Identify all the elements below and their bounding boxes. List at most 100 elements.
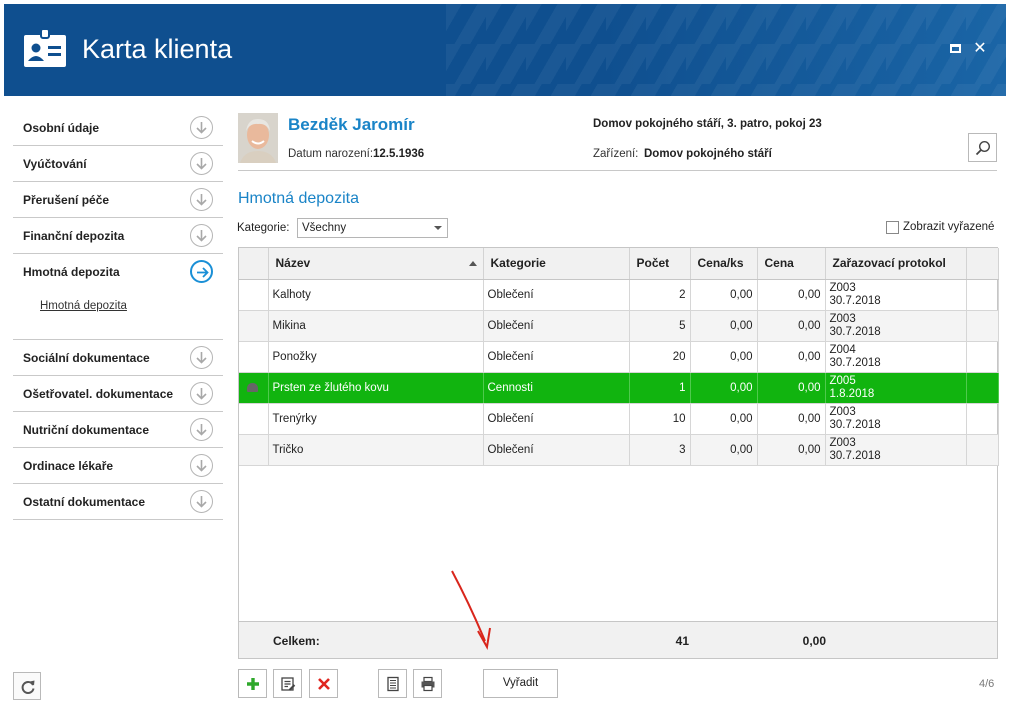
sidebar-item-vyuctovani[interactable]: Vyúčtování [13, 146, 223, 182]
cell-category: Oblečení [483, 310, 630, 342]
sidebar-item-financni-depozita[interactable]: Finanční depozita [13, 218, 223, 254]
category-select-value: Všechny [302, 222, 347, 234]
column-header-label: Počet [636, 256, 670, 271]
close-button[interactable]: ✕ [973, 41, 987, 57]
sidebar-item-ostatni-dokumentace[interactable]: Ostatní dokumentace [13, 484, 223, 520]
sidebar-item-label: Sociální dokumentace [23, 351, 150, 365]
cell-category: Oblečení [483, 341, 630, 373]
table-row[interactable]: Kalhoty Oblečení 2 0,00 0,00 Z003 30.7.20… [239, 279, 999, 311]
cell-filler [966, 279, 999, 311]
column-header-nazev[interactable]: Název [268, 248, 484, 280]
facility-label: Zařízení: [593, 148, 639, 160]
cell-name: Ponožky [268, 341, 484, 373]
maximize-icon [949, 44, 961, 53]
cell-category: Oblečení [483, 279, 630, 311]
client-photo [238, 113, 278, 163]
chevron-down-icon [190, 224, 213, 247]
birth-date-value: 12.5.1936 [373, 148, 425, 160]
cell-protocol: Z004 30.7.2018 [825, 341, 967, 373]
maximize-button[interactable] [948, 42, 962, 56]
window-title: Karta klienta [82, 34, 233, 64]
cell-count: 2 [629, 279, 691, 311]
add-button[interactable] [238, 669, 267, 698]
chevron-down-icon [190, 382, 213, 405]
column-header-zarazovaci-protokol[interactable]: Zařazovací protokol [825, 248, 967, 280]
delete-icon [318, 678, 330, 690]
cell-name: Prsten ze žlutého kovu [268, 372, 484, 404]
cell-name: Trenýrky [268, 403, 484, 435]
search-icon [975, 140, 991, 156]
refresh-button[interactable] [13, 672, 41, 700]
sidebar-item-preruseni-pece[interactable]: Přerušení péče [13, 182, 223, 218]
cell-filler [966, 341, 999, 373]
column-header-cena-ks[interactable]: Cena/ks [690, 248, 758, 280]
cell-protocol: Z005 1.8.2018 [825, 372, 967, 404]
remove-button[interactable]: Vyřadit [483, 669, 558, 698]
column-header-cena[interactable]: Cena [757, 248, 826, 280]
column-header-pocet[interactable]: Počet [629, 248, 691, 280]
client-card-icon [24, 28, 66, 67]
cell-price: 0,00 [757, 434, 826, 466]
show-removed-checkbox[interactable] [886, 221, 899, 234]
protocol-date: 30.7.2018 [829, 450, 881, 462]
sidebar-item-osetrovatel-dokumentace[interactable]: Ošetřovatel. dokumentace [13, 376, 223, 412]
summary-price: 0,00 [802, 634, 826, 648]
row-indicator [239, 341, 269, 373]
show-removed-label: Zobrazit vyřazené [903, 221, 995, 233]
chevron-down-icon [190, 116, 213, 139]
column-header-kategorie[interactable]: Kategorie [483, 248, 630, 280]
title-bar: Karta klienta ✕ [4, 4, 1006, 96]
delete-button[interactable] [309, 669, 338, 698]
cell-filler [966, 310, 999, 342]
grid-summary-row: Celkem: 41 0,00 [239, 621, 997, 658]
birth-date-label: Datum narození: [288, 148, 374, 160]
cell-protocol: Z003 30.7.2018 [825, 434, 967, 466]
edit-button[interactable] [273, 669, 302, 698]
printer-icon [421, 676, 435, 692]
column-header-label: Název [275, 256, 311, 271]
chevron-down-icon [190, 418, 213, 441]
document-button[interactable] [378, 669, 407, 698]
client-location: Domov pokojného stáří, 3. patro, pokoj 2… [593, 118, 822, 130]
row-indicator [239, 372, 269, 404]
cell-unit-price: 0,00 [690, 279, 758, 311]
row-indicator [239, 434, 269, 466]
category-select[interactable]: Všechny [297, 218, 448, 238]
document-icon [387, 676, 399, 692]
sidebar-sub-link-hmotna-depozita[interactable]: Hmotná depozita [40, 300, 127, 312]
summary-count: 41 [675, 634, 689, 648]
table-row[interactable]: Tričko Oblečení 3 0,00 0,00 Z003 30.7.201… [239, 434, 999, 466]
cell-filler [966, 403, 999, 435]
sidebar-subsection: Hmotná depozita [13, 300, 223, 340]
chevron-down-icon [190, 490, 213, 513]
protocol-code: Z003 [829, 313, 856, 325]
row-indicator [239, 403, 269, 435]
sidebar-item-socialni-dokumentace[interactable]: Sociální dokumentace [13, 340, 223, 376]
sidebar-item-osobni-udaje[interactable]: Osobní údaje [13, 110, 223, 146]
table-row[interactable]: Ponožky Oblečení 20 0,00 0,00 Z004 30.7.2… [239, 341, 999, 373]
row-selected-icon [247, 383, 258, 392]
facility-value: Domov pokojného stáří [644, 148, 772, 160]
table-row-selected[interactable]: Prsten ze žlutého kovu Cennosti 1 0,00 0… [239, 372, 999, 404]
print-button[interactable] [413, 669, 442, 698]
table-row[interactable]: Trenýrky Oblečení 10 0,00 0,00 Z003 30.7.… [239, 403, 999, 435]
cell-name: Mikina [268, 310, 484, 342]
protocol-code: Z003 [829, 282, 856, 294]
chevron-down-icon [190, 346, 213, 369]
refresh-icon [21, 680, 35, 694]
cell-price: 0,00 [757, 372, 826, 404]
cell-unit-price: 0,00 [690, 372, 758, 404]
cell-price: 0,00 [757, 279, 826, 311]
sidebar-item-label: Hmotná depozita [23, 265, 120, 279]
table-row[interactable]: Mikina Oblečení 5 0,00 0,00 Z003 30.7.201… [239, 310, 999, 342]
sidebar: Osobní údaje Vyúčtování Přerušení péče F… [13, 110, 223, 520]
sidebar-item-label: Přerušení péče [23, 193, 110, 207]
annotation-arrow-icon [451, 570, 491, 650]
search-button[interactable] [968, 133, 997, 162]
cell-category: Oblečení [483, 403, 630, 435]
sidebar-item-nutricni-dokumentace[interactable]: Nutriční dokumentace [13, 412, 223, 448]
sidebar-item-label: Vyúčtování [23, 157, 87, 171]
header-pattern [446, 4, 1006, 96]
sidebar-item-ordinace-lekare[interactable]: Ordinace lékaře [13, 448, 223, 484]
summary-label: Celkem: [273, 634, 320, 648]
